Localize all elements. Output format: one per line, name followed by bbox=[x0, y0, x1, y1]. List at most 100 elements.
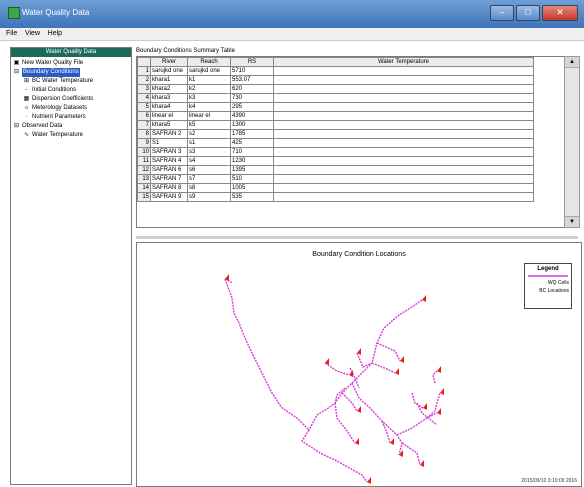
table-cell[interactable]: k5 bbox=[187, 120, 231, 130]
table-cell-water-temperature[interactable] bbox=[273, 102, 534, 112]
table-cell[interactable]: SAFRAN 9 bbox=[150, 192, 188, 202]
table-cell[interactable]: 1300 bbox=[230, 120, 274, 130]
table-cell[interactable]: k3 bbox=[187, 93, 231, 103]
scroll-down-icon[interactable]: ▼ bbox=[565, 216, 579, 227]
table-row[interactable]: 13 SAFRAN 7 s7 510 bbox=[137, 174, 534, 184]
table-cell[interactable]: s7 bbox=[187, 174, 231, 184]
bc-marker-icon[interactable] bbox=[437, 366, 441, 373]
table-cell[interactable]: s9 bbox=[187, 192, 231, 202]
table-cell[interactable]: s8 bbox=[187, 183, 231, 193]
table-cell[interactable]: SAFRAN 4 bbox=[150, 156, 188, 166]
table-row[interactable]: 15 SAFRAN 9 s9 535 bbox=[137, 192, 534, 202]
table-cell-water-temperature[interactable] bbox=[273, 66, 534, 76]
table-cell[interactable]: SAFRAN 7 bbox=[150, 174, 188, 184]
table-cell-water-temperature[interactable] bbox=[273, 75, 534, 85]
menu-help[interactable]: Help bbox=[48, 28, 62, 40]
table-row[interactable]: 14 SAFRAN 8 s8 1005 bbox=[137, 183, 534, 193]
tree-node[interactable]: ⊟ Observed Data bbox=[13, 122, 129, 131]
table-cell[interactable]: SAFRAN 8 bbox=[150, 183, 188, 193]
table-cell-water-temperature[interactable] bbox=[273, 183, 534, 193]
table-cell[interactable]: linear el bbox=[150, 111, 188, 121]
column-header[interactable]: Water Temperature bbox=[273, 57, 534, 67]
bc-marker-icon[interactable] bbox=[422, 295, 426, 302]
table-cell[interactable]: 1005 bbox=[230, 183, 274, 193]
table-cell-water-temperature[interactable] bbox=[273, 147, 534, 157]
table-cell-water-temperature[interactable] bbox=[273, 165, 534, 175]
menu-view[interactable]: View bbox=[25, 28, 40, 40]
table-cell[interactable]: 1395 bbox=[230, 165, 274, 175]
table-cell-water-temperature[interactable] bbox=[273, 120, 534, 130]
table-cell[interactable]: khara5 bbox=[150, 120, 188, 130]
table-row[interactable]: 8 SAFRAN 2 s2 1785 bbox=[137, 129, 534, 139]
table-cell[interactable]: sarujkd one bbox=[187, 66, 231, 76]
bc-marker-icon[interactable] bbox=[437, 408, 441, 415]
table-cell[interactable]: khara3 bbox=[150, 93, 188, 103]
table-cell[interactable]: 1230 bbox=[230, 156, 274, 166]
table-cell[interactable]: 730 bbox=[230, 93, 274, 103]
table-cell-water-temperature[interactable] bbox=[273, 156, 534, 166]
bc-marker-icon[interactable] bbox=[400, 356, 404, 363]
close-button[interactable]: ✕ bbox=[542, 5, 578, 21]
bc-marker-icon[interactable] bbox=[390, 438, 394, 445]
bc-marker-icon[interactable] bbox=[423, 403, 427, 410]
table-cell[interactable]: 620 bbox=[230, 84, 274, 94]
bc-marker-icon[interactable] bbox=[440, 388, 444, 395]
table-row[interactable]: 2 khara1 k1 553.07 bbox=[137, 75, 534, 85]
table-cell[interactable]: k1 bbox=[187, 75, 231, 85]
table-cell[interactable]: linear el bbox=[187, 111, 231, 121]
table-row[interactable]: 10 SAFRAN 3 s3 710 bbox=[137, 147, 534, 157]
table-cell-water-temperature[interactable] bbox=[273, 84, 534, 94]
bc-marker-icon[interactable] bbox=[357, 406, 361, 413]
table-cell[interactable]: s6 bbox=[187, 165, 231, 175]
table-cell[interactable]: 510 bbox=[230, 174, 274, 184]
table-row[interactable]: 6 linear el linear el 4390 bbox=[137, 111, 534, 121]
table-cell[interactable]: k2 bbox=[187, 84, 231, 94]
table-cell[interactable]: khara2 bbox=[150, 84, 188, 94]
table-row[interactable]: 12 SAFRAN 6 s6 1395 bbox=[137, 165, 534, 175]
menu-file[interactable]: File bbox=[6, 28, 17, 40]
table-row[interactable]: 1 sarujkd one sarujkd one 5710 bbox=[137, 66, 534, 76]
minimize-button[interactable]: – bbox=[490, 5, 514, 21]
table-cell[interactable]: 710 bbox=[230, 147, 274, 157]
table-cell[interactable]: s2 bbox=[187, 129, 231, 139]
table-scrollbar[interactable]: ▲ ▼ bbox=[564, 56, 580, 228]
table-cell[interactable]: SAFRAN 2 bbox=[150, 129, 188, 139]
table-row[interactable]: 4 khara3 k3 730 bbox=[137, 93, 534, 103]
tree-node[interactable]: ▦ Dispersion Coefficients bbox=[13, 95, 129, 104]
tree-node[interactable]: ▣ New Water Quality File bbox=[13, 59, 129, 68]
bc-marker-icon[interactable] bbox=[395, 368, 399, 375]
tree-node[interactable]: ⊟ Boundary Conditions bbox=[13, 68, 129, 77]
table-cell-water-temperature[interactable] bbox=[273, 174, 534, 184]
tree-node[interactable]: ‑ Initial Conditions bbox=[13, 86, 129, 95]
table-cell[interactable]: 535 bbox=[230, 192, 274, 202]
table-cell[interactable]: k4 bbox=[187, 102, 231, 112]
bc-marker-icon[interactable] bbox=[367, 477, 371, 484]
table-cell[interactable]: 553.07 bbox=[230, 75, 274, 85]
table-row[interactable]: 3 khara2 k2 620 bbox=[137, 84, 534, 94]
table-row[interactable]: 7 khara5 k5 1300 bbox=[137, 120, 534, 130]
table-row[interactable]: 11 SAFRAN 4 s4 1230 bbox=[137, 156, 534, 166]
column-header[interactable]: Reach bbox=[187, 57, 231, 67]
tree-node[interactable]: ∿ Water Temperature bbox=[13, 131, 129, 140]
table-cell-water-temperature[interactable] bbox=[273, 93, 534, 103]
table-cell[interactable]: s1 bbox=[187, 138, 231, 148]
table-cell-water-temperature[interactable] bbox=[273, 129, 534, 139]
table-cell[interactable]: SAFRAN 3 bbox=[150, 147, 188, 157]
table-cell[interactable]: 1785 bbox=[230, 129, 274, 139]
table-cell-water-temperature[interactable] bbox=[273, 192, 534, 202]
table-cell[interactable]: s3 bbox=[187, 147, 231, 157]
tree-node[interactable]: ☼ Meterology Datasets bbox=[13, 104, 129, 113]
table-cell[interactable]: S1 bbox=[150, 138, 188, 148]
bc-marker-icon[interactable] bbox=[355, 438, 359, 445]
table-row[interactable]: 9 S1 s1 425 bbox=[137, 138, 534, 148]
table-cell[interactable]: 5710 bbox=[230, 66, 274, 76]
table-row[interactable]: 5 khara4 k4 295 bbox=[137, 102, 534, 112]
table-cell[interactable]: khara1 bbox=[150, 75, 188, 85]
column-header[interactable]: RS bbox=[230, 57, 274, 67]
table-cell[interactable]: khara4 bbox=[150, 102, 188, 112]
table-cell[interactable]: SAFRAN 6 bbox=[150, 165, 188, 175]
tree-node[interactable]: ⊞ BC Water Temperature bbox=[13, 77, 129, 86]
network-map[interactable] bbox=[137, 243, 581, 486]
maximize-button[interactable]: □ bbox=[516, 5, 540, 21]
table-cell-water-temperature[interactable] bbox=[273, 138, 534, 148]
